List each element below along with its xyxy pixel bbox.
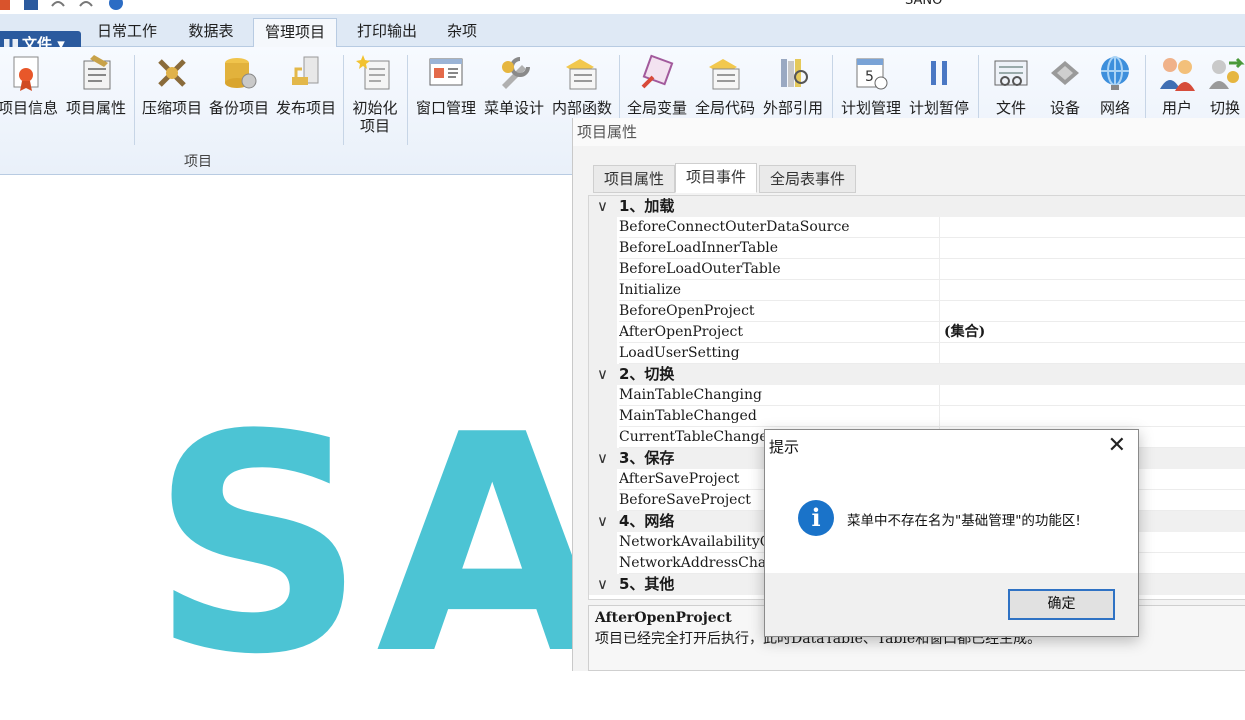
- property-row[interactable]: BeforeOpenProject: [589, 301, 1245, 322]
- compress-icon: [158, 59, 186, 87]
- menu-design-button[interactable]: 菜单设计: [481, 53, 547, 123]
- property-row[interactable]: Initialize: [589, 280, 1245, 301]
- project-info-button[interactable]: 项目信息: [0, 53, 60, 123]
- background-logo: SA: [150, 371, 619, 720]
- chevron-down-icon[interactable]: ∨: [597, 364, 608, 384]
- globe-icon: [1101, 56, 1129, 90]
- property-row[interactable]: BeforeLoadOuterTable: [589, 259, 1245, 280]
- external-reference-button[interactable]: 外部引用: [760, 53, 826, 123]
- category-row[interactable]: ∨ 1、加载: [589, 196, 1245, 217]
- ribbon-tab-bar: 文件 ▾ 日常工作 数据表 管理项目 打印输出 杂项: [0, 14, 1245, 57]
- tab-misc[interactable]: 杂项: [436, 18, 488, 47]
- properties-icon: [83, 55, 111, 90]
- publish-icon: [292, 56, 319, 85]
- reference-icon: [781, 59, 808, 87]
- separator: [407, 55, 408, 145]
- calendar-icon: 5: [856, 58, 888, 90]
- property-row[interactable]: AfterOpenProject (集合): [589, 322, 1245, 343]
- properties-window-title: 项目属性: [573, 118, 1245, 146]
- schedule-pause-button[interactable]: 计划暂停: [906, 53, 972, 123]
- message-dialog: 提示 ✕ i 菜单中不存在名为"基础管理"的功能区! 确定: [764, 429, 1139, 637]
- certificate-icon: [13, 56, 39, 91]
- chevron-down-icon[interactable]: ∨: [597, 511, 608, 531]
- menu-design-icon: [502, 57, 530, 89]
- variable-icon: [641, 54, 674, 89]
- backup-project-button[interactable]: 备份项目: [207, 53, 271, 123]
- tab-data-table[interactable]: 数据表: [176, 18, 246, 47]
- ribbon-group-label: 项目: [184, 154, 212, 170]
- schedule-manage-button[interactable]: 5 计划管理: [838, 53, 904, 123]
- switch-icon: [1209, 57, 1245, 89]
- backup-icon: [225, 58, 257, 89]
- tab-project-properties[interactable]: 项目属性: [593, 165, 676, 193]
- file-button[interactable]: 文件: [984, 53, 1038, 123]
- category-row[interactable]: ∨ 2、切换: [589, 364, 1245, 385]
- switch-button[interactable]: 切换: [1198, 53, 1245, 123]
- window-title: SANO: [905, 0, 943, 8]
- file-icon: [994, 60, 1028, 86]
- code-icon: [709, 59, 740, 90]
- info-icon: i: [798, 500, 834, 536]
- init-icon: [356, 55, 390, 90]
- device-button[interactable]: 设备: [1038, 53, 1092, 123]
- ok-button[interactable]: 确定: [1008, 589, 1115, 620]
- chevron-down-icon[interactable]: ∨: [597, 448, 608, 468]
- property-row[interactable]: BeforeLoadInnerTable: [589, 238, 1245, 259]
- tab-project-events[interactable]: 项目事件: [675, 163, 758, 193]
- chevron-down-icon[interactable]: ∨: [597, 574, 608, 594]
- users-button[interactable]: 用户: [1150, 53, 1204, 123]
- close-icon[interactable]: ✕: [1108, 432, 1126, 460]
- separator: [134, 55, 135, 145]
- project-properties-button[interactable]: 项目属性: [64, 53, 128, 123]
- network-button[interactable]: 网络: [1088, 53, 1142, 123]
- tab-global-table-events[interactable]: 全局表事件: [759, 165, 857, 193]
- chevron-down-icon[interactable]: ∨: [597, 196, 608, 216]
- init-project-button[interactable]: 初始化 项目: [344, 53, 406, 135]
- property-row[interactable]: MainTableChanging: [589, 385, 1245, 406]
- property-row[interactable]: BeforeConnectOuterDataSource: [589, 217, 1245, 238]
- tab-daily-work[interactable]: 日常工作: [86, 18, 168, 47]
- pause-icon: [931, 61, 947, 85]
- dialog-title: 提示: [769, 438, 800, 456]
- publish-project-button[interactable]: 发布项目: [274, 53, 338, 123]
- users-icon: [1160, 58, 1195, 91]
- window-manage-button[interactable]: 窗口管理: [413, 53, 479, 123]
- global-code-button[interactable]: 全局代码: [692, 53, 758, 123]
- quick-access-toolbar[interactable]: [0, 0, 130, 10]
- device-icon: [1051, 61, 1079, 85]
- window-icon: [429, 58, 463, 86]
- property-row[interactable]: MainTableChanged: [589, 406, 1245, 427]
- dialog-footer: 确定: [765, 573, 1138, 636]
- tab-manage-project[interactable]: 管理项目: [253, 18, 337, 48]
- global-variable-button[interactable]: 全局变量: [624, 53, 690, 123]
- internal-function-button[interactable]: 内部函数: [549, 53, 615, 123]
- function-icon: [566, 59, 597, 90]
- dialog-message: 菜单中不存在名为"基础管理"的功能区!: [847, 513, 1081, 529]
- tab-print-output[interactable]: 打印输出: [345, 18, 429, 47]
- compress-project-button[interactable]: 压缩项目: [140, 53, 204, 123]
- title-bar: SANO: [0, 0, 1245, 14]
- property-row[interactable]: LoadUserSetting: [589, 343, 1245, 364]
- svg-text:5: 5: [865, 69, 874, 85]
